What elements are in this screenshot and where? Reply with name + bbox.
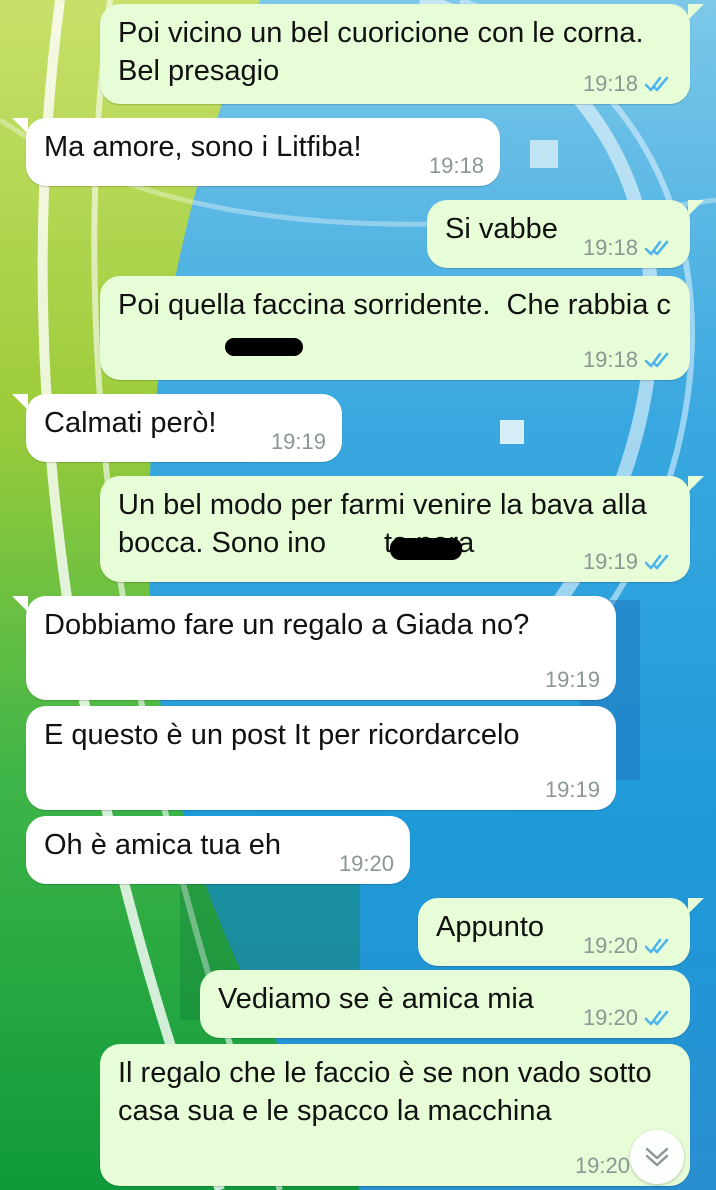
double-check-icon — [644, 240, 669, 256]
redaction-mark — [225, 338, 303, 356]
message-time: 19:20 — [574, 1153, 630, 1178]
message-time: 19:18 — [582, 71, 638, 96]
message-text: Il regalo che le faccio è se non vado so… — [118, 1057, 660, 1127]
message-time: 19:18 — [428, 153, 484, 178]
message-bubble-outgoing[interactable]: Poi vicino un bel cuoricione con le corn… — [100, 4, 704, 104]
message-time: 19:19 — [270, 429, 326, 454]
message-time: 19:20 — [582, 1005, 638, 1030]
double-check-icon — [644, 352, 669, 368]
message-time: 19:20 — [338, 851, 394, 876]
message-meta: 19:20 — [575, 1154, 630, 1178]
message-meta: 19:18 — [583, 72, 674, 96]
message-bubble-incoming[interactable]: Oh è amica tua eh 19:20 — [26, 816, 410, 884]
message-meta: 19:19 — [271, 430, 326, 454]
message-text: Calmati però! — [44, 407, 217, 439]
message-text: Poi vicino un bel cuoricione con le corn… — [118, 17, 652, 87]
message-bubble-outgoing[interactable]: Il regalo che le faccio è se non vado so… — [100, 1044, 690, 1186]
redaction-mark — [390, 538, 462, 560]
message-text: Oh è amica tua eh — [44, 829, 281, 861]
message-meta: 19:20 — [339, 852, 394, 876]
message-time: 19:20 — [582, 933, 638, 958]
message-bubble-outgoing[interactable]: Appunto 19:20 — [418, 898, 704, 966]
message-meta: 19:19 — [583, 550, 674, 574]
message-meta: 19:18 — [583, 236, 674, 260]
message-bubble-incoming[interactable]: Dobbiamo fare un regalo a Giada no? 19:1… — [12, 596, 616, 700]
message-text: E questo è un post It per ricordarcelo — [44, 719, 520, 751]
message-text: Vediamo se è amica mia — [218, 983, 534, 1015]
double-check-icon — [644, 554, 669, 570]
message-text: Poi quella faccina sorridente. Che rabbi… — [118, 289, 671, 321]
double-check-icon — [644, 76, 669, 92]
message-meta: 19:20 — [583, 934, 674, 958]
message-text: Un bel modo per farmi venire la bava all… — [118, 489, 655, 559]
double-check-icon — [644, 938, 669, 954]
message-bubble-outgoing[interactable]: Poi quella faccina sorridente. Che rabbi… — [100, 276, 690, 380]
message-bubble-outgoing[interactable]: Si vabbe 19:18 — [427, 200, 704, 268]
message-text: Ma amore, sono i Litfiba! — [44, 131, 362, 163]
message-time: 19:18 — [582, 235, 638, 260]
message-meta: 19:18 — [583, 348, 674, 372]
message-meta: 19:20 — [583, 1006, 674, 1030]
chevron-down-icon — [645, 1147, 669, 1167]
message-meta: 19:19 — [545, 778, 600, 802]
message-time: 19:18 — [582, 347, 638, 372]
message-bubble-outgoing[interactable]: Vediamo se è amica mia 19:20 — [200, 970, 690, 1038]
message-bubble-incoming[interactable]: E questo è un post It per ricordarcelo 1… — [26, 706, 616, 810]
double-check-icon — [644, 1010, 669, 1026]
message-meta: 19:18 — [429, 154, 484, 178]
message-bubble-outgoing[interactable]: Un bel modo per farmi venire la bava all… — [100, 476, 704, 582]
message-text: Appunto — [436, 911, 545, 943]
message-text: Dobbiamo fare un regalo a Giada no? — [44, 609, 530, 641]
message-bubble-incoming[interactable]: Ma amore, sono i Litfiba! 19:18 — [12, 118, 500, 186]
message-time: 19:19 — [582, 549, 638, 574]
message-time: 19:19 — [544, 667, 600, 692]
scroll-to-bottom-button[interactable] — [630, 1130, 684, 1184]
message-time: 19:19 — [544, 777, 600, 802]
message-meta: 19:19 — [545, 668, 600, 692]
message-bubble-incoming[interactable]: Calmati però! 19:19 — [12, 394, 342, 462]
message-text: Si vabbe — [445, 213, 558, 245]
